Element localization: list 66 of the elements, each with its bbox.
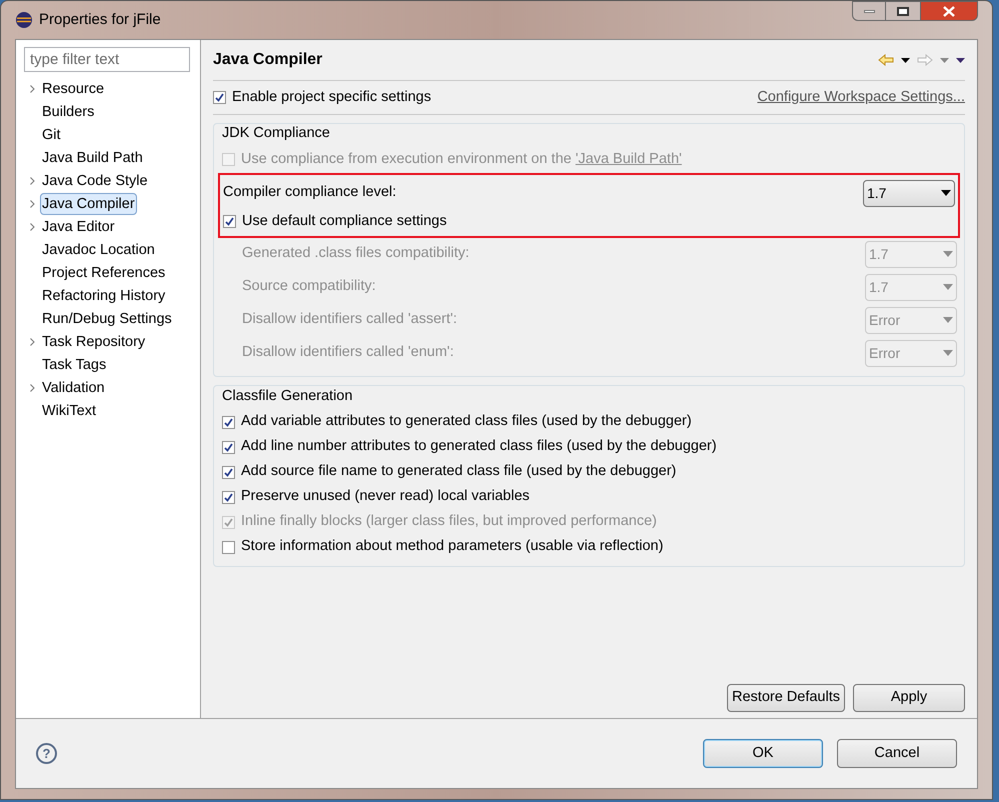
tree-item[interactable]: Javadoc Location — [40, 238, 157, 260]
tree-item[interactable]: Java Build Path — [40, 146, 145, 168]
tree-item[interactable]: Project References — [40, 262, 168, 284]
tree-item[interactable]: Run/Debug Settings — [40, 308, 174, 330]
chevron-right-icon[interactable] — [30, 200, 34, 208]
maximize-button[interactable] — [886, 1, 920, 21]
chevron-right-icon[interactable] — [30, 84, 34, 92]
checkbox[interactable] — [222, 466, 235, 478]
chevron-right-icon[interactable] — [30, 338, 34, 346]
tree-item[interactable]: Task Repository — [40, 330, 148, 352]
checkbox-label: Use default compliance settings — [242, 212, 447, 231]
checkbox-label: Preserve unused (never read) local variables — [241, 487, 530, 506]
dropdown-arrow-icon[interactable] — [901, 58, 910, 62]
tree-item[interactable]: WikiText — [40, 400, 98, 422]
tree-item[interactable]: Java Editor — [40, 216, 117, 238]
tree-item[interactable]: Task Tags — [40, 354, 108, 376]
checkbox[interactable] — [222, 416, 235, 428]
field-label: Generated .class files compatibility: — [242, 244, 470, 264]
dropdown-arrow-icon — [941, 190, 951, 196]
checkbox-label: Use compliance from execution environment on the 'Java Build Path' — [241, 150, 682, 169]
filter-field[interactable]: type filter text — [24, 47, 190, 72]
group-title: Classfile Generation — [222, 386, 354, 406]
tree-item[interactable]: Resource — [40, 78, 106, 100]
field-label: Compiler compliance level: — [223, 183, 396, 202]
chevron-right-icon[interactable] — [30, 222, 34, 230]
close-button[interactable] — [920, 1, 978, 21]
window-title: Properties for jFile — [39, 10, 161, 30]
dialog-button[interactable]: Cancel — [837, 739, 957, 768]
dropdown-arrow-icon — [943, 251, 953, 258]
tree-item[interactable]: Java Compiler — [40, 192, 137, 214]
dropdown[interactable]: 1.7 — [863, 180, 955, 207]
dropdown-arrow-icon — [943, 350, 953, 356]
page-title: Java Compiler — [213, 50, 322, 70]
configure-link[interactable]: Configure Workspace Settings... — [757, 86, 965, 108]
checkbox[interactable] — [222, 490, 235, 504]
chevron-right-icon[interactable] — [30, 176, 34, 184]
field-label: Disallow identifiers called 'assert': — [242, 310, 458, 330]
back-arrow-icon[interactable] — [878, 54, 894, 66]
dropdown-arrow-icon — [943, 284, 953, 290]
tree-item[interactable]: Refactoring History — [40, 284, 168, 306]
checkbox[interactable] — [213, 91, 226, 104]
dropdown-arrow-icon — [943, 317, 953, 324]
tree-item[interactable]: Java Code Style — [40, 170, 150, 192]
chevron-right-icon[interactable] — [30, 384, 34, 392]
field-label: Source compatibility: — [242, 277, 376, 296]
view-menu-icon[interactable] — [956, 58, 965, 62]
checkbox[interactable] — [222, 440, 235, 454]
checkbox[interactable] — [222, 540, 235, 554]
group-title: JDK Compliance — [222, 124, 331, 143]
checkbox-label: Add line number attributes to generated class files (used by the debugger) — [241, 437, 717, 456]
checkbox[interactable] — [223, 215, 236, 228]
checkbox-label: Add source file name to generated class file (used by the debugger) — [241, 462, 676, 482]
close-icon — [943, 6, 955, 16]
tree-item[interactable]: Validation — [40, 376, 107, 398]
checkbox-label: Inline finally blocks (larger class files, but improved performance) — [241, 512, 657, 532]
checkbox-label: Enable project specific settings — [232, 88, 432, 107]
page-button[interactable]: Apply — [853, 684, 965, 712]
tree-item[interactable]: Git — [40, 124, 63, 146]
tree-item[interactable]: Builders — [40, 100, 96, 122]
app-icon — [15, 11, 33, 29]
page-button[interactable]: Restore Defaults — [727, 684, 845, 712]
dialog-button[interactable]: OK — [703, 739, 823, 768]
field-label: Disallow identifiers called 'enum': — [242, 343, 454, 362]
checkbox-label: Store information about method parameters (usable via reflection) — [241, 537, 664, 556]
checkbox-label: Add variable attributes to generated class files (used by the debugger) — [241, 412, 692, 432]
help-button[interactable]: ? — [36, 743, 57, 764]
